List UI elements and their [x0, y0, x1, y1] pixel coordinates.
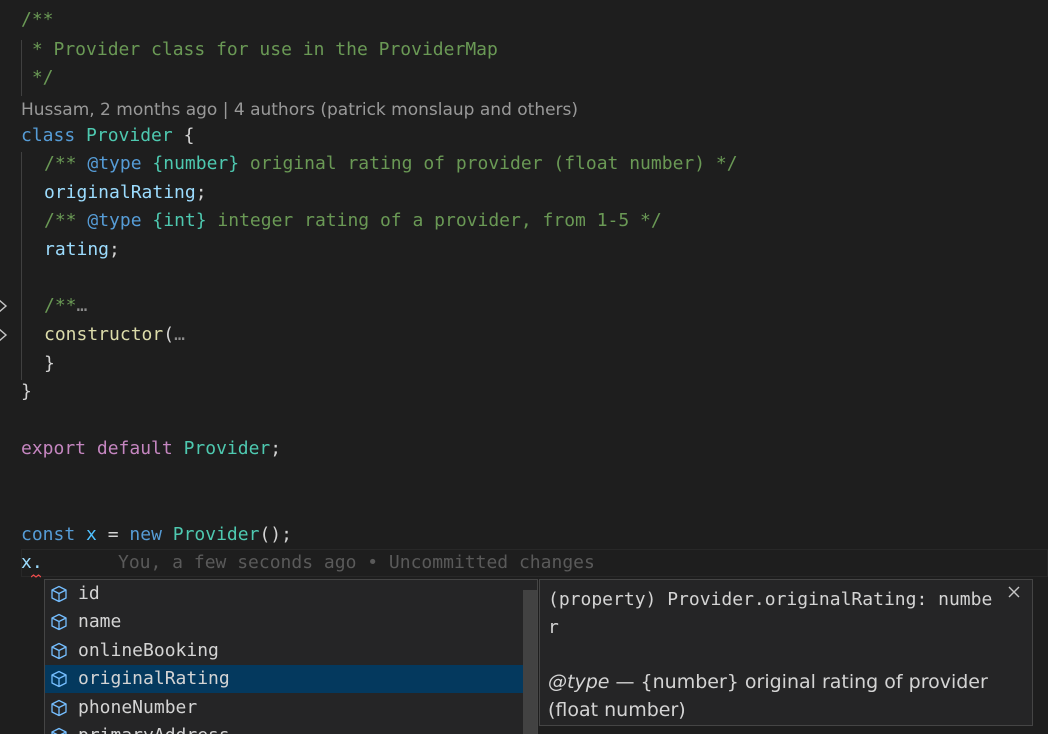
- class-name: Provider: [86, 125, 173, 146]
- suggest-item-selected[interactable]: originalRating: [45, 665, 525, 693]
- constructor-name: constructor: [44, 324, 164, 345]
- fold-ellipsis[interactable]: …: [77, 295, 88, 316]
- punctuation: ();: [259, 524, 292, 545]
- punctuation: =: [96, 524, 130, 545]
- suggest-item[interactable]: id: [45, 580, 525, 608]
- comment-text: /**: [44, 210, 88, 231]
- current-line-text[interactable]: x.: [21, 552, 43, 573]
- code-line: rating;: [44, 236, 120, 264]
- keyword: const: [21, 524, 76, 545]
- code-line: }: [44, 350, 55, 378]
- suggest-item[interactable]: onlineBooking: [45, 637, 525, 665]
- property-name: originalRating: [44, 182, 196, 203]
- suggest-item-label: primaryAddress: [78, 722, 230, 734]
- property-name: rating: [44, 239, 110, 260]
- code-line: }: [21, 378, 32, 406]
- fold-chevron-right-icon[interactable]: [0, 299, 9, 313]
- codelens-authors[interactable]: Hussam, 2 months ago | 4 authors (patric…: [21, 96, 578, 124]
- class-name: Provider: [172, 524, 260, 545]
- punctuation: ;: [270, 438, 282, 459]
- jsdoc-tag: @type: [87, 210, 142, 231]
- code-line: * Provider class for use in the Provider…: [21, 36, 498, 64]
- code-line-folded: /**…: [44, 292, 87, 320]
- suggest-details-panel: (property) Provider.originalRating: numb…: [539, 579, 1033, 726]
- punctuation: }: [44, 353, 55, 374]
- keyword: export: [21, 438, 87, 459]
- code-line-folded: constructor(…: [44, 321, 185, 349]
- comment-text: /**: [21, 9, 54, 30]
- code-line: /**: [21, 6, 54, 34]
- indent-guide: [21, 152, 22, 380]
- suggest-item[interactable]: phoneNumber: [45, 694, 525, 722]
- punctuation: }: [21, 381, 32, 402]
- suggest-item-label: originalRating: [78, 668, 230, 689]
- suggest-widget[interactable]: id name onlineBooking originalRating pho…: [44, 579, 538, 734]
- code-line: class Provider {: [21, 122, 194, 150]
- property-icon: [51, 699, 67, 717]
- comment-text: */: [21, 67, 54, 88]
- error-squiggle-icon: [31, 574, 41, 578]
- suggest-item[interactable]: name: [45, 608, 525, 636]
- punctuation: (: [163, 324, 175, 345]
- code-line: originalRating;: [44, 179, 207, 207]
- close-icon[interactable]: [1006, 584, 1022, 600]
- suggest-item-label: onlineBooking: [78, 640, 219, 661]
- keyword: class: [21, 125, 76, 146]
- punctuation: {: [172, 125, 195, 146]
- git-blame-annotation: You, a few seconds ago • Uncommitted cha…: [118, 552, 595, 573]
- comment-text: /**: [44, 295, 77, 316]
- code-line: const x = new Provider();: [21, 521, 292, 549]
- property-icon: [51, 585, 67, 603]
- keyword: new: [129, 524, 162, 545]
- comment-text: /**: [44, 153, 88, 174]
- punctuation: ;: [109, 239, 120, 260]
- suggest-item-label: phoneNumber: [78, 697, 198, 718]
- jsdoc-type: {number}: [152, 153, 240, 174]
- property-icon: [51, 727, 67, 734]
- class-name: Provider: [183, 438, 271, 459]
- code-line: */: [21, 64, 54, 92]
- details-signature: (property) Provider.originalRating: numb…: [548, 589, 993, 638]
- comment-text: * Provider class for use in the Provider…: [21, 39, 498, 60]
- suggest-scrollbar[interactable]: [523, 590, 537, 734]
- suggest-item-label: name: [78, 611, 122, 632]
- code-line: /** @type {int} integer rating of a prov…: [44, 207, 662, 235]
- variable-name: x: [86, 524, 97, 545]
- property-icon: [51, 642, 67, 660]
- fold-ellipsis[interactable]: …: [174, 324, 185, 345]
- comment-text: integer rating of a provider, from 1-5 *…: [206, 210, 662, 231]
- code-line: /** @type {number} original rating of pr…: [44, 150, 738, 178]
- code-line-current[interactable]: x.: [21, 549, 43, 577]
- keyword: default: [96, 438, 173, 459]
- suggest-item-label: id: [78, 583, 100, 604]
- property-icon: [51, 670, 67, 688]
- comment-text: original rating of provider (float numbe…: [239, 153, 738, 174]
- details-doc-tag: @type: [548, 671, 610, 693]
- suggest-item[interactable]: primaryAddress: [45, 722, 525, 734]
- code-line: export default Provider;: [21, 435, 281, 463]
- punctuation: ;: [195, 182, 207, 203]
- jsdoc-type: {int}: [152, 210, 207, 231]
- jsdoc-tag: @type: [87, 153, 142, 174]
- fold-chevron-right-icon[interactable]: [0, 328, 9, 342]
- details-documentation: @type — {number} original rating of prov…: [548, 668, 1028, 724]
- details-doc-text: — {number} original rating of provider (…: [548, 671, 988, 721]
- property-icon: [51, 613, 67, 631]
